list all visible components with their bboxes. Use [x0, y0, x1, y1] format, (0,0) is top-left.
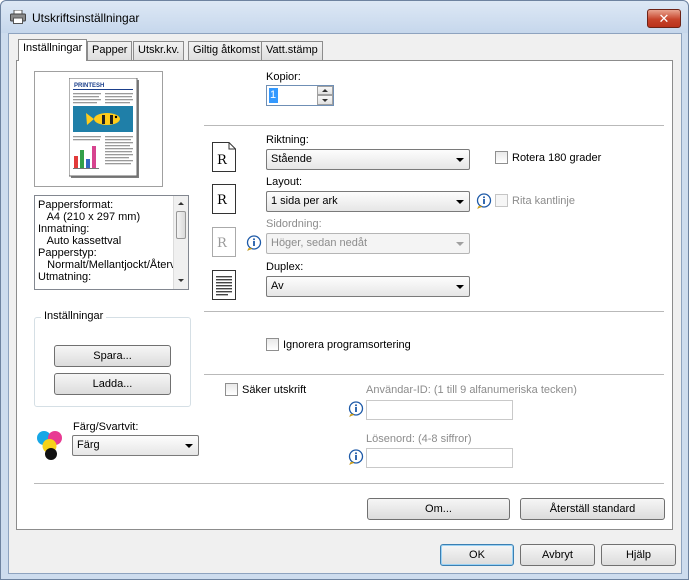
page-order-icon-glyph: R — [217, 236, 228, 251]
scroll-thumb[interactable] — [176, 211, 186, 239]
info-line: Inmatning: — [38, 223, 90, 235]
orientation-select[interactable]: Stående — [266, 149, 470, 170]
orientation-icon-glyph: R — [217, 153, 228, 168]
tab-label: Utskr.kv. — [138, 44, 180, 56]
tab-vattstamp[interactable]: Vatt.stämp — [261, 41, 323, 60]
chevron-down-icon — [456, 200, 464, 204]
page-order-info-icon[interactable] — [246, 235, 262, 251]
user-id-label: Användar-ID: (1 till 9 alfanumeriska tec… — [366, 384, 577, 396]
ignore-sorting-checkbox[interactable] — [266, 338, 279, 351]
password-input[interactable] — [366, 448, 513, 468]
layout-icon: R — [212, 184, 236, 214]
dialog-body: Inställningar Papper Utskr.kv. Giltig åt… — [8, 33, 682, 574]
chevron-down-icon — [456, 158, 464, 162]
close-button[interactable]: ✕ — [647, 9, 681, 28]
divider — [204, 311, 664, 312]
cancel-button[interactable]: Avbryt — [520, 544, 595, 566]
page-order-select[interactable]: Höger, sedan nedåt — [266, 233, 470, 254]
tab-label: Giltig åtkomst — [193, 44, 260, 56]
divider — [204, 374, 664, 375]
select-value: Färg — [77, 439, 100, 451]
layout-label: Layout: — [266, 176, 303, 188]
password-label: Lösenord: (4-8 siffror) — [366, 433, 472, 445]
settings-tab-panel: PRINTESH Pappersformat: A4 (210 x 297 mm… — [16, 60, 673, 530]
chevron-down-icon — [456, 285, 464, 289]
chevron-down-icon — [185, 444, 193, 448]
ignore-sorting-label: Ignorera programsortering — [283, 339, 411, 351]
arrow-up-icon — [322, 89, 328, 92]
layout-info-icon[interactable] — [476, 193, 492, 209]
copies-label: Kopior: — [266, 71, 301, 83]
rotate-180-label: Rotera 180 grader — [512, 152, 602, 164]
layout-icon-glyph: R — [217, 193, 228, 208]
help-button[interactable]: Hjälp — [601, 544, 676, 566]
tab-giltig-atkomst[interactable]: Giltig åtkomst — [188, 41, 265, 60]
title-bar[interactable]: Utskriftsinställningar ✕ — [1, 1, 688, 33]
divider — [34, 483, 664, 484]
duplex-icon — [212, 270, 236, 300]
preview-page-image: PRINTESH — [69, 78, 139, 178]
scroll-down-icon[interactable] — [178, 279, 184, 282]
tab-papper[interactable]: Papper — [87, 41, 133, 60]
window-title: Utskriftsinställningar — [32, 11, 140, 25]
paper-info-list[interactable]: Pappersformat: A4 (210 x 297 mm) Inmatni… — [34, 195, 189, 290]
reset-defaults-button[interactable]: Återställ standard — [520, 498, 665, 520]
layout-select[interactable]: 1 sida per ark — [266, 191, 470, 212]
info-line: Papperstyp: — [38, 247, 97, 259]
select-value: Av — [271, 280, 284, 292]
tab-label: Papper — [92, 44, 128, 56]
preview-masthead: PRINTESH — [74, 83, 104, 89]
copies-spinbox[interactable]: 1 — [266, 85, 334, 106]
info-line: Normalt/Mellantjockt/Återv — [44, 259, 176, 271]
info-line: A4 (210 x 297 mm) — [44, 211, 141, 223]
draw-border-label: Rita kantlinje — [512, 195, 575, 207]
tab-label: Inställningar — [23, 42, 83, 54]
copies-increase-button[interactable] — [317, 86, 333, 95]
about-button[interactable]: Om... — [367, 498, 510, 520]
draw-border-checkbox[interactable] — [495, 194, 508, 207]
divider — [204, 125, 664, 126]
print-preferences-window: Utskriftsinställningar ✕ Inställningar P… — [0, 0, 689, 580]
select-value: 1 sida per ark — [271, 195, 338, 207]
page-preview: PRINTESH — [34, 71, 163, 187]
orientation-icon: R — [212, 142, 236, 172]
color-mode-select[interactable]: Färg — [72, 435, 199, 456]
copies-value[interactable]: 1 — [269, 88, 278, 103]
secure-print-label: Säker utskrift — [242, 384, 307, 396]
load-settings-button[interactable]: Ladda... — [54, 373, 171, 395]
select-value: Höger, sedan nedåt — [271, 237, 368, 249]
rotate-180-checkbox[interactable] — [495, 151, 508, 164]
ok-button[interactable]: OK — [440, 544, 514, 566]
copies-decrease-button[interactable] — [317, 95, 333, 105]
secure-print-checkbox[interactable] — [225, 383, 238, 396]
user-id-input[interactable] — [366, 400, 513, 420]
password-info-icon[interactable] — [348, 449, 364, 465]
select-value: Stående — [271, 153, 312, 165]
color-mode-icon — [37, 431, 62, 460]
tab-label: Vatt.stämp — [266, 44, 318, 56]
info-line: Utmatning: — [38, 271, 92, 283]
tab-installningar[interactable]: Inställningar — [18, 39, 88, 61]
page-order-icon: R — [212, 227, 236, 257]
info-line: Pappersformat: — [38, 199, 114, 211]
info-list-scrollbar[interactable] — [173, 196, 188, 289]
page-order-label: Sidordning: — [266, 218, 322, 230]
tab-utskrkv[interactable]: Utskr.kv. — [133, 41, 185, 60]
user-id-info-icon[interactable] — [348, 401, 364, 417]
chevron-down-icon — [456, 242, 464, 246]
settings-group-label: Inställningar — [41, 310, 107, 322]
duplex-label: Duplex: — [266, 261, 304, 273]
info-line: Auto kassettval — [44, 235, 122, 247]
save-settings-button[interactable]: Spara... — [54, 345, 171, 367]
close-icon: ✕ — [658, 11, 670, 26]
color-mode-label: Färg/Svartvit: — [73, 421, 139, 433]
arrow-down-icon — [322, 99, 328, 102]
printer-icon — [10, 10, 26, 24]
scroll-up-icon[interactable] — [178, 202, 184, 205]
duplex-select[interactable]: Av — [266, 276, 470, 297]
orientation-label: Riktning: — [266, 134, 309, 146]
